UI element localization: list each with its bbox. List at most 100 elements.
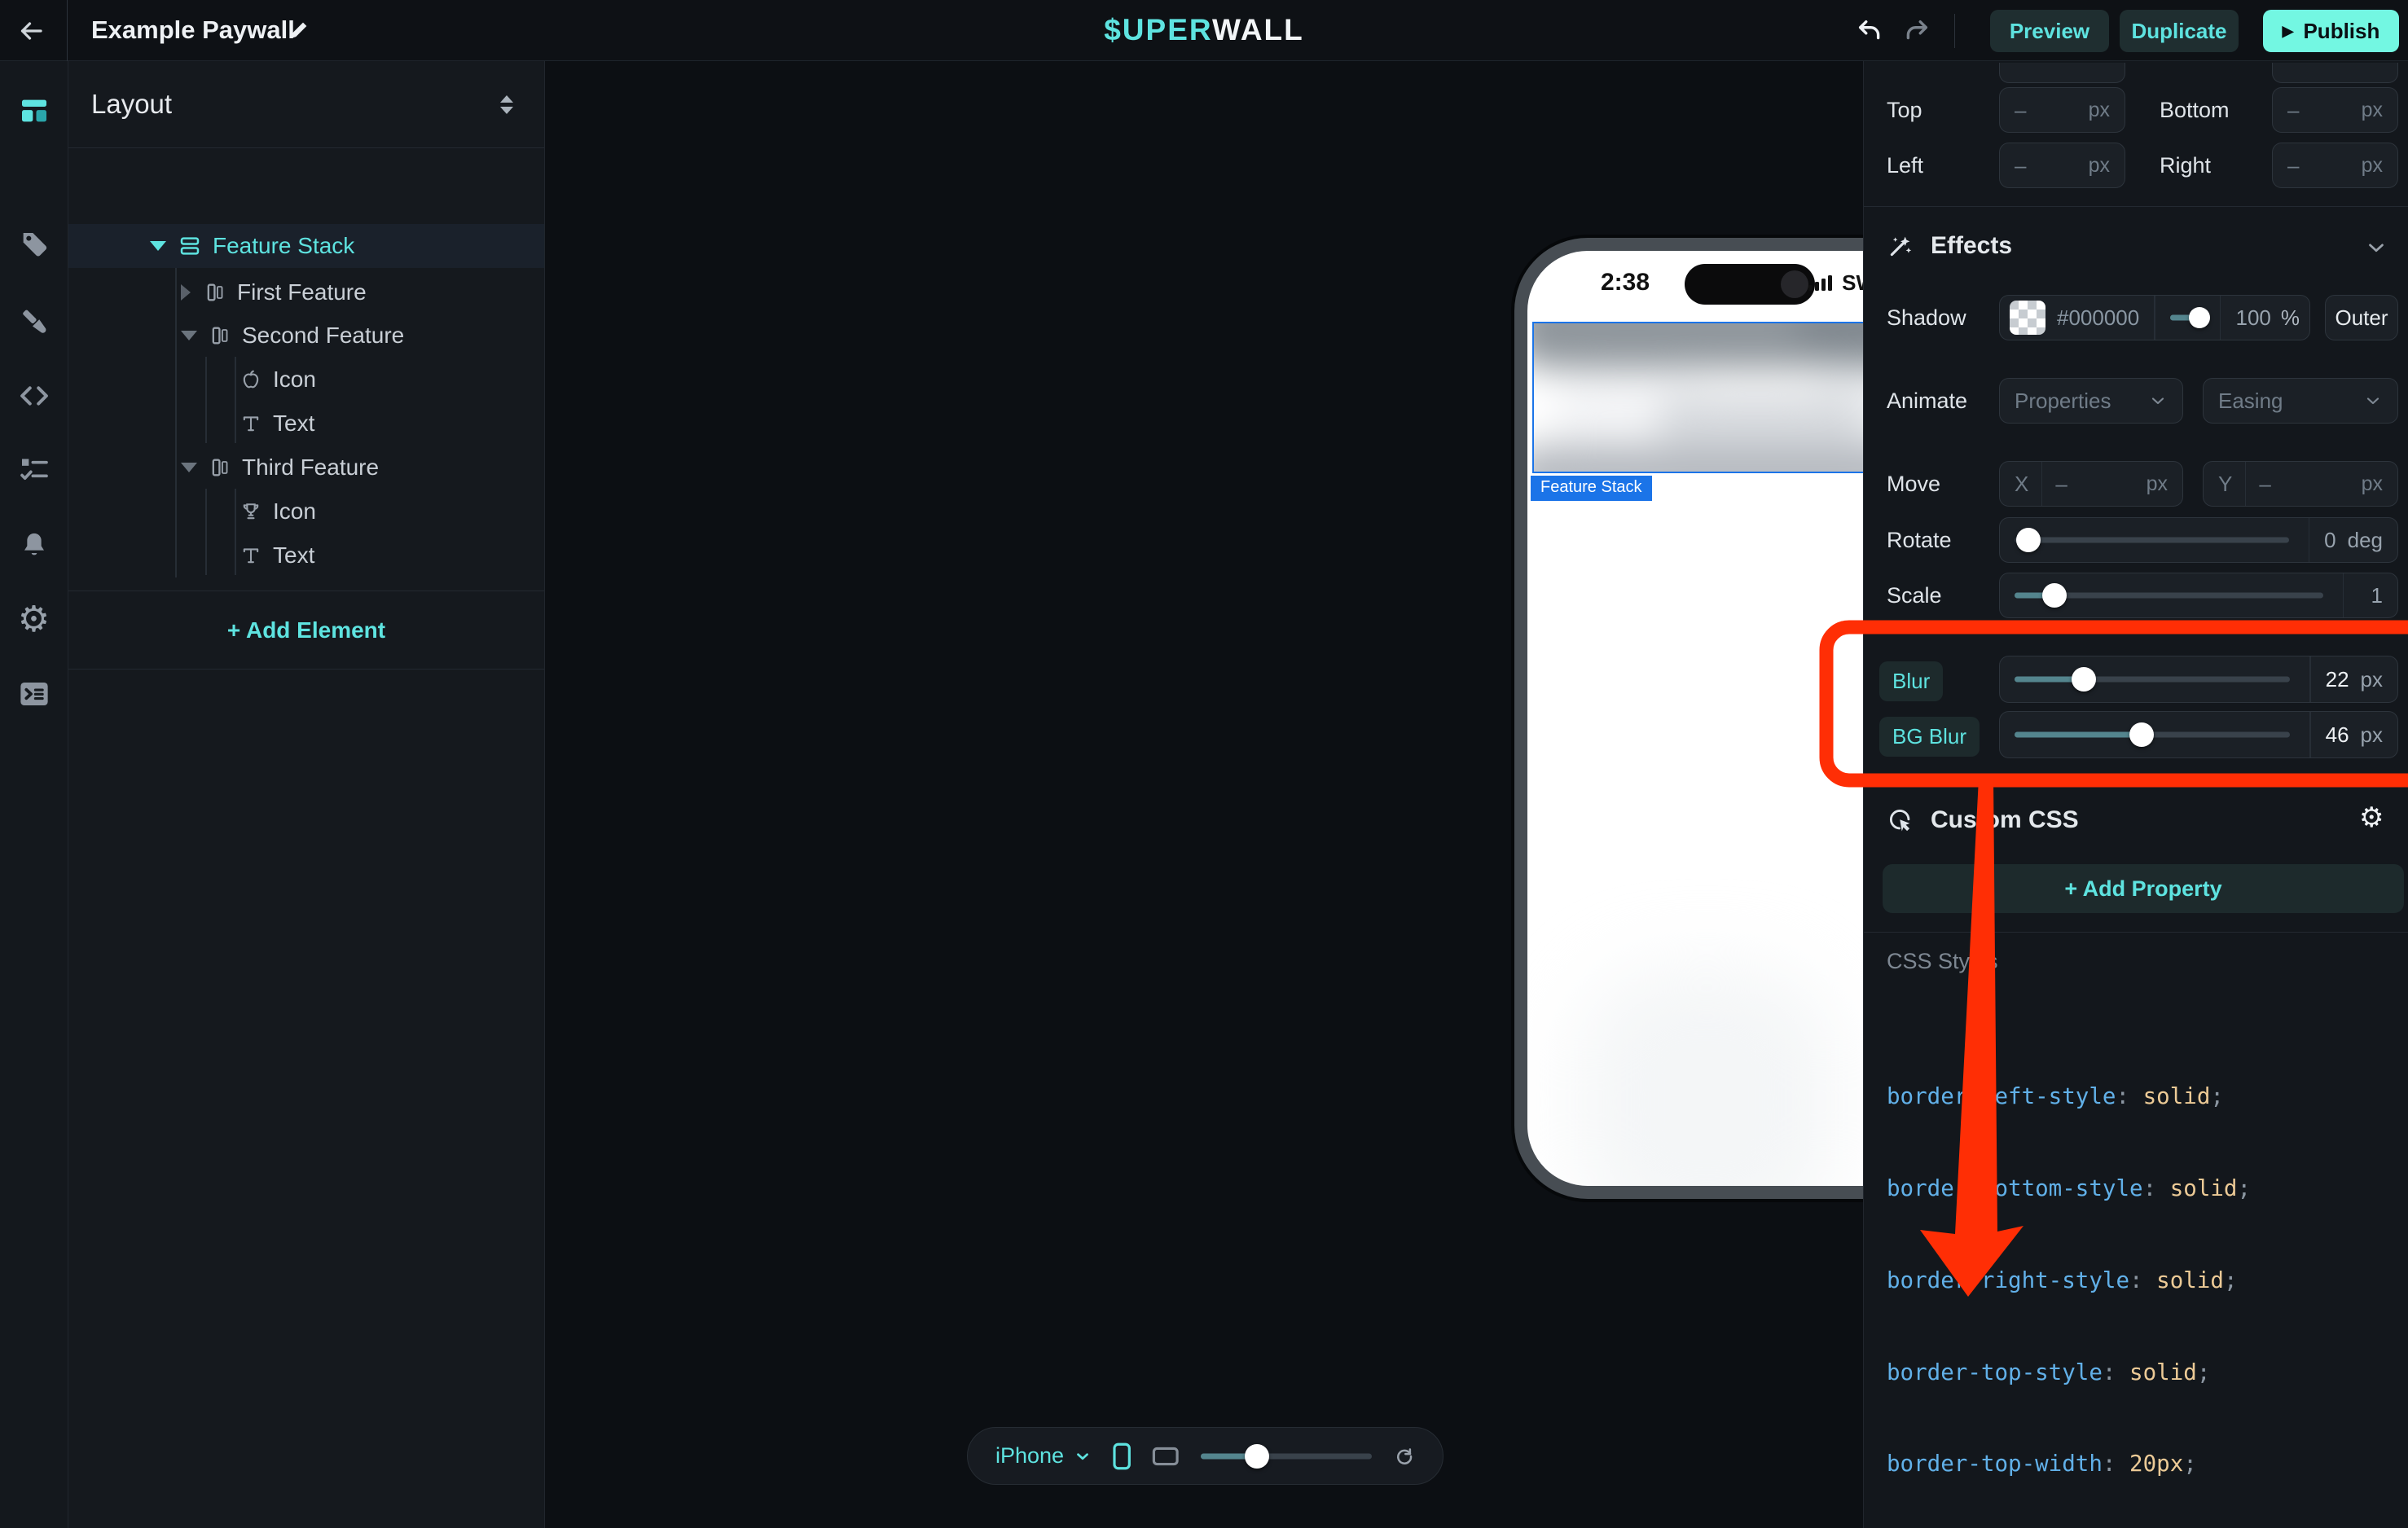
shadow-control[interactable]: #000000 100 % [1999, 295, 2310, 340]
bg-blur-control[interactable]: 46 px [1999, 711, 2398, 758]
caret-down-icon[interactable] [150, 241, 166, 251]
properties-panel: Top –px Bottom –px Left –px Right –px Ef… [1863, 61, 2408, 1528]
x-prefix: X [2015, 462, 2042, 506]
sidebar-item-code[interactable] [17, 379, 51, 413]
caret-down-icon[interactable] [181, 463, 197, 472]
blur-value: 22 [2326, 667, 2349, 692]
code-icon [17, 379, 51, 413]
move-y-input[interactable]: Y – px [2203, 461, 2398, 507]
custom-css-title: Custom CSS [1931, 806, 2079, 834]
add-element-button[interactable]: + Add Element [68, 591, 544, 670]
tree-item-second-text[interactable]: Text [68, 402, 544, 446]
sort-button[interactable] [500, 95, 513, 114]
unit-label: px [2089, 154, 2110, 178]
rotate-slider[interactable] [2015, 528, 2289, 552]
tree-item-feature-stack[interactable]: Feature Stack [68, 224, 544, 268]
back-button[interactable] [16, 16, 46, 46]
custom-css-header[interactable]: Custom CSS [1887, 800, 2079, 841]
caret-right-icon[interactable] [181, 284, 191, 301]
rotate-value: 0 [2324, 528, 2335, 553]
camera-icon [1781, 270, 1808, 298]
clipped-input[interactable] [2272, 63, 2398, 83]
css-styles-code: border-left-style: solid; border-bottom-… [1887, 1021, 2359, 1528]
tree-item-first-feature[interactable]: First Feature [68, 270, 544, 314]
tree-item-third-feature[interactable]: Third Feature [68, 446, 544, 490]
scale-slider[interactable] [2015, 583, 2323, 608]
px-label: px [2361, 722, 2383, 748]
scale-control[interactable]: 1 [1999, 573, 2398, 618]
bottom-label: Bottom [2160, 87, 2230, 133]
tree-item-second-feature[interactable]: Second Feature [68, 314, 544, 358]
topbar-divider [67, 0, 68, 61]
custom-css-settings-button[interactable]: ⚙ [2359, 804, 2384, 832]
tree-item-second-icon[interactable]: Icon [68, 358, 544, 402]
sidebar-item-layout[interactable] [18, 94, 51, 127]
chevron-down-icon [1074, 1447, 1092, 1465]
sidebar-item-settings[interactable]: ⚙ [18, 602, 50, 638]
sidebar-item-notifications[interactable] [18, 529, 51, 561]
sidebar-item-variables[interactable] [18, 453, 51, 485]
columns-icon [209, 324, 231, 347]
sidebar-item-products[interactable] [18, 229, 51, 261]
add-property-button[interactable]: + Add Property [1883, 864, 2404, 913]
top-input[interactable]: –px [1999, 87, 2125, 133]
columns-icon [209, 456, 231, 479]
blur-label: Blur [1879, 661, 1943, 701]
redo-button[interactable] [1903, 17, 1931, 45]
shadow-opacity-slider[interactable] [2170, 305, 2205, 330]
unit-label: px [2362, 472, 2383, 496]
shadow-mode-button[interactable]: Outer [2325, 295, 2398, 340]
animate-properties-select[interactable]: Properties [1999, 378, 2183, 424]
effects-collapse-chevron[interactable] [2364, 235, 2388, 260]
canvas[interactable]: 2:38 SW Feature Stack [545, 61, 1863, 1528]
shadow-mode-label: Outer [2335, 305, 2388, 331]
sidebar-item-console[interactable] [17, 677, 51, 711]
text-icon [239, 544, 262, 567]
tree-label: Feature Stack [213, 233, 354, 259]
edit-title-button[interactable] [287, 18, 311, 42]
bg-blur-label-text: BG Blur [1892, 724, 1966, 749]
duplicate-button[interactable]: Duplicate [2120, 10, 2239, 52]
clipped-input[interactable] [1999, 63, 2125, 83]
device-select[interactable]: iPhone [995, 1443, 1092, 1469]
animate-easing-select[interactable]: Easing [2203, 378, 2398, 424]
undo-button[interactable] [1856, 17, 1883, 45]
refresh-icon[interactable] [1393, 1442, 1415, 1470]
bottom-input[interactable]: –px [2272, 87, 2398, 133]
zoom-slider-knob[interactable] [1245, 1444, 1269, 1469]
bg-blur-label: BG Blur [1879, 717, 1980, 757]
y-prefix: Y [2218, 462, 2246, 506]
bg-blur-knob[interactable] [2129, 722, 2154, 747]
chevron-down-icon [2363, 391, 2383, 411]
effects-section-header[interactable]: Effects [1887, 226, 2012, 266]
blur-control[interactable]: 22 px [1999, 656, 2398, 703]
properties-placeholder: Properties [2015, 389, 2111, 414]
portrait-icon[interactable] [1113, 1439, 1131, 1473]
bg-blur-slider[interactable] [2015, 722, 2290, 747]
tree-item-third-text[interactable]: Text [68, 533, 544, 577]
rotate-control[interactable]: 0 deg [1999, 517, 2398, 563]
scale-knob[interactable] [2042, 583, 2067, 608]
px-label: px [2361, 667, 2383, 692]
layout-template-icon [18, 94, 51, 127]
superwall-logo: $UPERWALL [1104, 13, 1304, 47]
preview-button[interactable]: Preview [1990, 10, 2109, 52]
zoom-slider[interactable] [1201, 1444, 1372, 1469]
rotate-knob[interactable] [2016, 528, 2041, 552]
blur-knob[interactable] [2072, 667, 2096, 692]
shadow-label: Shadow [1887, 295, 1966, 340]
shadow-color-swatch[interactable] [2010, 301, 2045, 335]
gear-icon: ⚙ [18, 599, 50, 639]
stack-icon [178, 234, 202, 258]
shadow-opacity-knob[interactable] [2189, 307, 2210, 328]
caret-down-icon[interactable] [181, 331, 197, 340]
left-input[interactable]: –px [1999, 143, 2125, 188]
sidebar-item-theme[interactable] [18, 305, 51, 338]
landscape-icon[interactable] [1152, 1444, 1179, 1469]
tree-item-third-icon[interactable]: Icon [68, 490, 544, 533]
publish-button[interactable]: ▶ Publish [2263, 10, 2399, 52]
right-input[interactable]: –px [2272, 143, 2398, 188]
blur-slider[interactable] [2015, 667, 2290, 692]
move-x-input[interactable]: X – px [1999, 461, 2183, 507]
sort-down-icon [500, 107, 513, 114]
